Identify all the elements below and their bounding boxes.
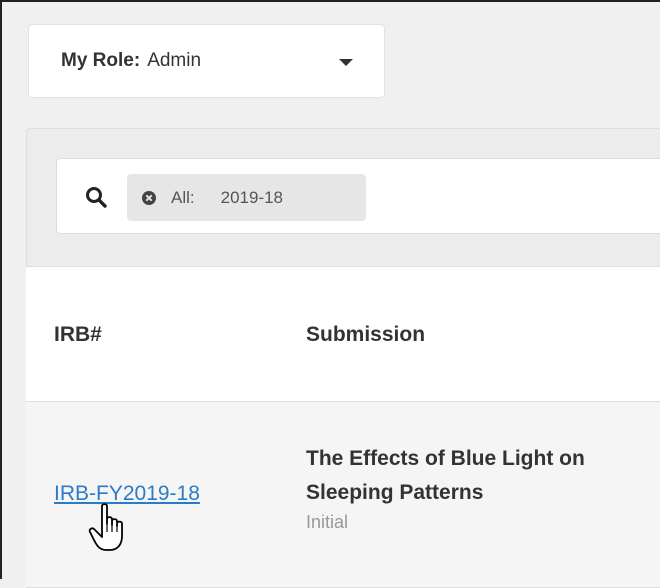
role-value: Admin	[147, 50, 202, 71]
column-header-submission[interactable]: Submission	[306, 323, 425, 347]
app-frame: My Role: Admin All: 2019-18 IRB# Submiss…	[0, 0, 660, 588]
table-header: IRB# Submission	[26, 266, 660, 402]
filter-key: All:	[171, 187, 195, 207]
submission-type: Initial	[306, 512, 349, 532]
role-selector[interactable]: My Role: Admin	[28, 24, 385, 98]
column-header-irb[interactable]: IRB#	[54, 323, 102, 347]
role-label: My Role:	[61, 50, 141, 71]
submission-title: The Effects of Blue Light on Sleeping Pa…	[306, 447, 585, 504]
caret-down-icon[interactable]	[339, 59, 353, 66]
filter-value: 2019-18	[220, 187, 284, 207]
search-icon[interactable]	[85, 186, 107, 208]
close-circle-icon[interactable]	[141, 190, 157, 206]
filter-chip: All: 2019-18	[127, 174, 366, 221]
irb-link[interactable]: IRB-FY2019-18	[54, 482, 200, 506]
search-bar[interactable]: All: 2019-18	[56, 158, 660, 234]
table-row: IRB-FY2019-18 The Effects of Blue Light …	[26, 402, 660, 587]
